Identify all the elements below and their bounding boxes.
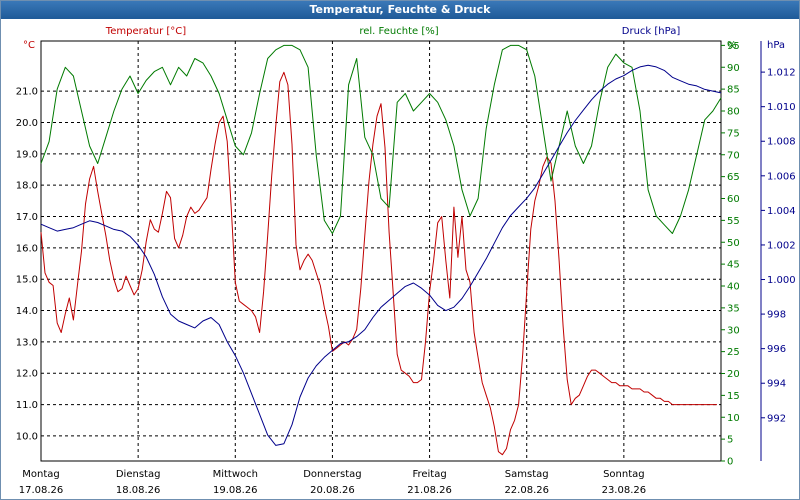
weather-chart: 10.0 11.0 12.0 13.0 14.0 15.0 16.0 17.0 18.0 19.0… — [16, 26, 796, 496]
series-label: rel. Feuchte [%] — [359, 26, 438, 37]
temperature-tick-label: 16.0 — [16, 243, 38, 254]
x-tick-date: 19.08.26 — [213, 485, 258, 496]
humidity-tick-label: 85 — [727, 85, 740, 96]
pressure-tick-label: 998 — [767, 310, 786, 321]
temperature-series-line — [40, 71, 717, 456]
humidity-tick-label: 35 — [727, 303, 740, 314]
series-label: Temperatur [°C] — [105, 26, 186, 37]
x-tick-day: Mittwoch — [213, 469, 258, 480]
humidity-tick-label: 90 — [727, 63, 740, 74]
humidity-tick-label: 0 — [727, 457, 733, 468]
x-tick-date: 21.08.26 — [407, 485, 452, 496]
x-tick-date: 18.08.26 — [116, 485, 161, 496]
pressure-tick-label: 1.006 — [767, 171, 796, 182]
humidity-tick-label: 50 — [727, 238, 740, 249]
x-tick-day: Dienstag — [116, 469, 161, 480]
humidity-series-line — [40, 44, 722, 234]
temperature-tick-label: 12.0 — [16, 369, 38, 380]
x-tick-day: Montag — [22, 469, 59, 480]
humidity-tick-label: 5 — [727, 435, 733, 446]
pressure-tick-label: 994 — [767, 379, 786, 390]
pressure-axis-unit: hPa — [767, 40, 785, 51]
humidity-tick-label: 80 — [727, 107, 740, 118]
x-tick-day: Samstag — [505, 469, 549, 480]
humidity-tick-label: 45 — [727, 260, 740, 271]
humidity-axis-unit: % — [727, 40, 737, 51]
x-tick-date: 22.08.26 — [504, 485, 549, 496]
temperature-tick-label: 20.0 — [16, 118, 38, 129]
temperature-tick-label: 13.0 — [16, 337, 38, 348]
temperature-tick-label: 15.0 — [16, 275, 38, 286]
x-tick-date: 23.08.26 — [602, 485, 647, 496]
chart-window: Temperatur, Feuchte & Druck 10.0 11.0 12.0… — [0, 0, 800, 500]
pressure-tick-label: 1.012 — [767, 68, 796, 79]
x-tick-date: 20.08.26 — [310, 485, 355, 496]
pressure-tick-label: 1.010 — [767, 102, 796, 113]
humidity-tick-label: 15 — [727, 391, 740, 402]
pressure-tick-label: 1.008 — [767, 137, 796, 148]
temperature-tick-label: 17.0 — [16, 212, 38, 223]
temperature-tick-label: 11.0 — [16, 400, 38, 411]
humidity-tick-label: 25 — [727, 347, 740, 358]
humidity-tick-label: 20 — [727, 369, 740, 380]
temperature-tick-label: 21.0 — [16, 87, 38, 98]
x-tick-date: 17.08.26 — [19, 485, 64, 496]
humidity-tick-label: 75 — [727, 128, 740, 139]
temperature-tick-label: 19.0 — [16, 149, 38, 160]
pressure-tick-label: 1.004 — [767, 206, 796, 217]
humidity-tick-label: 40 — [727, 282, 740, 293]
temperature-tick-label: 10.0 — [16, 431, 38, 442]
pressure-tick-label: 992 — [767, 413, 786, 424]
pressure-tick-label: 1.002 — [767, 240, 796, 251]
temperature-tick-label: 18.0 — [16, 181, 38, 192]
humidity-tick-label: 55 — [727, 216, 740, 227]
pressure-tick-label: 996 — [767, 344, 786, 355]
humidity-tick-label: 10 — [727, 413, 740, 424]
x-tick-day: Freitag — [412, 469, 446, 480]
humidity-tick-label: 65 — [727, 172, 740, 183]
x-tick-day: Donnerstag — [303, 469, 361, 480]
humidity-tick-label: 30 — [727, 325, 740, 336]
humidity-tick-label: 60 — [727, 194, 740, 205]
series-label: Druck [hPa] — [622, 26, 681, 37]
pressure-tick-label: 1.000 — [767, 275, 796, 286]
humidity-tick-label: 70 — [727, 150, 740, 161]
temperature-axis-unit: °C — [23, 40, 35, 51]
x-tick-day: Sonntag — [603, 469, 645, 480]
temperature-tick-label: 14.0 — [16, 306, 38, 317]
